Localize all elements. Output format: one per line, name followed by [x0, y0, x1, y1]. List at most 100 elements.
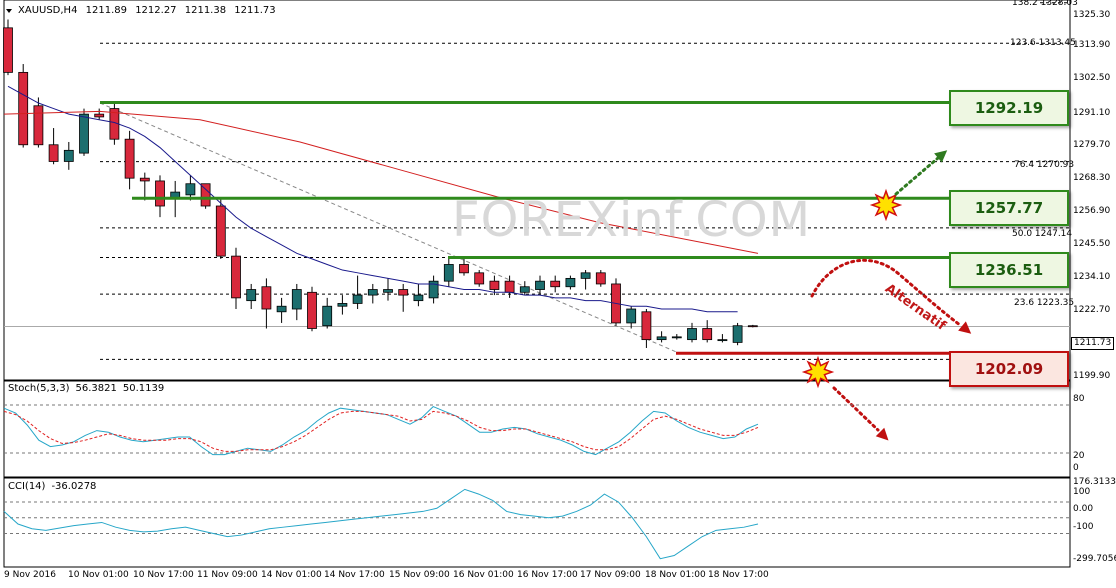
- cci-pane-frame: [3, 477, 1071, 568]
- candle-body: [367, 289, 378, 296]
- current-price-tag: 1211.73: [1071, 337, 1115, 350]
- candle-body: [291, 289, 302, 310]
- y-tick-label: 1234.10: [1073, 272, 1111, 282]
- candle-body: [155, 180, 165, 207]
- y-tick-label: 1325.30: [1073, 10, 1111, 20]
- symbol-header: XAUUSD,H4 1211.89 1212.27 1211.38 1211.7…: [18, 5, 281, 16]
- candle-body: [535, 280, 545, 290]
- alternatif-arrow-icon-head: [958, 321, 972, 334]
- fib-label-236: 23.6 1223.35: [1014, 298, 1075, 308]
- level-box-1257: 1257.77: [949, 190, 1069, 226]
- candle-body: [717, 339, 728, 342]
- cci-line: [3, 488, 759, 560]
- x-tick-label: 18 Nov 01:00: [645, 570, 706, 580]
- y-tick-label: 1279.70: [1073, 140, 1111, 150]
- symbol-name: XAUUSD,H4: [18, 5, 78, 16]
- candle-body: [79, 113, 89, 154]
- candle-body: [261, 286, 272, 310]
- candle-body: [124, 138, 135, 179]
- level-box-1236: 1236.51: [949, 252, 1069, 288]
- stoch-pane-frame: [3, 380, 1071, 478]
- candle-body: [352, 294, 363, 304]
- cci-level-label: -100: [1073, 522, 1094, 532]
- x-tick-label: 11 Nov 09:00: [197, 570, 258, 580]
- cci-level-label: 0.00: [1073, 504, 1094, 514]
- x-tick-label: 10 Nov 01:00: [68, 570, 129, 580]
- up-arrow-icon: [894, 156, 940, 196]
- y-tick-label: 1302.50: [1073, 73, 1111, 83]
- candle-body: [504, 280, 515, 293]
- y-tick-label: 1245.50: [1073, 239, 1111, 249]
- y-tick-label: 1222.70: [1073, 305, 1111, 315]
- candle-body: [443, 264, 454, 282]
- candle-body: [489, 280, 500, 290]
- candle-body: [215, 205, 226, 257]
- stoch-level-label: 20: [1073, 451, 1085, 461]
- x-tick-label: 17 Nov 09:00: [580, 570, 641, 580]
- candle-body: [702, 328, 713, 341]
- cci-level-label: 100: [1073, 487, 1091, 497]
- candle-body: [337, 303, 348, 307]
- y-tick-label: 1268.30: [1073, 173, 1111, 183]
- open-price: 1211.89: [85, 5, 127, 16]
- x-tick-label: 9 Nov 2016: [4, 570, 56, 580]
- candle-body: [565, 277, 576, 288]
- fib-label-500: 50.0 1247.14: [1012, 229, 1073, 239]
- candle-body: [550, 280, 561, 288]
- level-box-1292: 1292.19: [949, 90, 1069, 126]
- candle-body: [231, 255, 241, 299]
- candle-body: [580, 272, 591, 279]
- x-tick-label: 14 Nov 01:00: [261, 570, 322, 580]
- candle-body: [63, 149, 74, 162]
- y-tick-label: 1199.90: [1073, 371, 1111, 381]
- x-tick-label: 18 Nov 17:00: [708, 570, 769, 580]
- candle-body: [398, 289, 409, 296]
- price-chart: [3, 0, 1071, 568]
- candle-body: [732, 325, 743, 343]
- x-tick-label: 10 Nov 17:00: [133, 570, 194, 580]
- x-tick-label: 15 Nov 09:00: [389, 570, 450, 580]
- candle-body: [626, 308, 637, 324]
- stoch-level-label: 0: [1073, 463, 1079, 473]
- candle-body: [413, 294, 424, 302]
- candle-body: [48, 144, 59, 162]
- close-price: 1211.73: [234, 5, 276, 16]
- level-box-1202: 1202.09: [949, 351, 1069, 387]
- down-arrow-icon: [832, 386, 880, 432]
- candle-body: [519, 286, 530, 293]
- y-tick-label: 1256.90: [1073, 206, 1111, 216]
- watermark: FOREXinf.COM: [452, 192, 812, 248]
- candle-body: [383, 289, 393, 293]
- candle-body: [459, 264, 469, 274]
- low-price: 1211.38: [184, 5, 227, 16]
- candle-body: [687, 328, 697, 341]
- candle-body: [3, 27, 13, 73]
- stoch-title: Stoch(5,3,3) 56.3821 50.1139: [8, 383, 165, 394]
- candle-body: [246, 289, 257, 302]
- fib-label-1236: 123.6 1313.45: [1010, 38, 1076, 48]
- candle-body: [641, 311, 652, 341]
- cci-title: CCI(14) -36.0278: [8, 481, 97, 492]
- candle-body: [474, 272, 485, 285]
- candle-body: [185, 183, 196, 196]
- candle-body: [94, 113, 105, 118]
- chart-dropdown-icon: [6, 9, 12, 13]
- candle-body: [307, 291, 317, 329]
- cci-level-label: -299.7056: [1073, 554, 1116, 564]
- candle-body: [276, 305, 287, 313]
- fib-label-764: 76.4 1270.93: [1014, 160, 1075, 170]
- y-tick-label: 1291.10: [1073, 108, 1111, 118]
- stoch-level-label: 80: [1073, 394, 1085, 404]
- x-tick-label: 16 Nov 01:00: [453, 570, 514, 580]
- candle-body: [747, 325, 758, 328]
- x-tick-label: 16 Nov 17:00: [517, 570, 578, 580]
- candle-body: [671, 336, 682, 339]
- candle-body: [18, 71, 29, 146]
- breakdown-burst-icon: [801, 355, 835, 389]
- candle-body: [595, 272, 606, 285]
- fib-top-label: 138.2 1328.03: [1012, 0, 1078, 8]
- candle-body: [656, 336, 667, 341]
- candle-body: [139, 177, 150, 182]
- candle-body: [322, 305, 333, 327]
- stoch-d-line: [3, 410, 759, 452]
